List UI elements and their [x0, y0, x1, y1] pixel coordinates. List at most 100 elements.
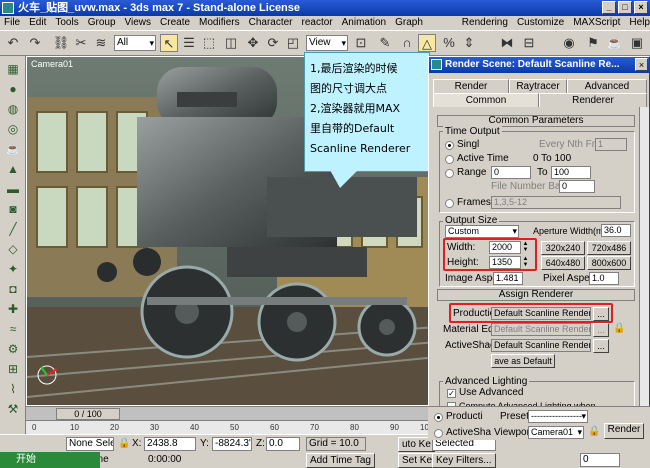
reference-coordinate-select[interactable]: View: [306, 35, 348, 51]
create-tube-icon[interactable]: ◙: [4, 200, 22, 218]
range-to-field[interactable]: 100: [551, 166, 591, 179]
tab-raytracer[interactable]: Raytracer: [509, 79, 567, 93]
material-editor-choose-button[interactable]: ...: [593, 323, 609, 337]
menu-views[interactable]: Views: [125, 16, 152, 30]
frames-field[interactable]: 1,3,5-12: [491, 196, 621, 209]
minimize-button[interactable]: _: [602, 1, 616, 14]
lock-icon[interactable]: 🔒: [118, 437, 130, 451]
create-torus-icon[interactable]: ◎: [4, 120, 22, 138]
select-manipulate-icon[interactable]: ✎: [376, 34, 394, 52]
menu-tools[interactable]: Tools: [55, 16, 78, 30]
menu-group[interactable]: Group: [88, 16, 116, 30]
dialog-scrollbar[interactable]: [639, 107, 649, 437]
spinner-snap-icon[interactable]: ⇕: [460, 34, 478, 52]
x-coordinate-field[interactable]: 2438.8: [144, 437, 196, 451]
preset-800x600-button[interactable]: 800x600: [587, 256, 631, 270]
modifier-icon[interactable]: ⚙: [4, 340, 22, 358]
menu-animation[interactable]: Animation: [342, 16, 386, 30]
select-scale-icon[interactable]: ◰: [284, 34, 302, 52]
menu-file[interactable]: File: [4, 16, 20, 30]
viewport-select[interactable]: Camera01: [528, 426, 584, 439]
pixel-aspect-field[interactable]: 1.0: [589, 272, 619, 285]
menu-rendering[interactable]: Rendering: [462, 16, 508, 30]
menu-graph-editors[interactable]: Graph Editors: [395, 16, 453, 42]
range-radio[interactable]: [445, 169, 454, 178]
file-number-base-field[interactable]: 0: [559, 180, 595, 193]
tab-renderer[interactable]: Renderer: [539, 93, 647, 107]
create-box-icon[interactable]: ▦: [4, 60, 22, 78]
create-spacewarp-icon[interactable]: ≈: [4, 320, 22, 338]
mirror-icon[interactable]: ⧓: [498, 34, 516, 52]
select-rotate-icon[interactable]: ⟳: [264, 34, 282, 52]
key-filters-button[interactable]: Key Filters...: [432, 453, 496, 468]
menu-modifiers[interactable]: Modifiers: [199, 16, 240, 30]
frames-radio[interactable]: [445, 199, 454, 208]
link-icon[interactable]: ⛓: [52, 34, 70, 52]
output-size-preset-select[interactable]: Custom: [445, 225, 519, 238]
create-line-icon[interactable]: ╱: [4, 220, 22, 238]
select-by-name-icon[interactable]: ☰: [180, 34, 198, 52]
bind-space-warp-icon[interactable]: ≋: [92, 34, 110, 52]
track-bar-ruler[interactable]: 0 10 20 30 40 50 60 70 80 90 100: [26, 420, 436, 434]
every-nth-field[interactable]: 1: [595, 138, 627, 151]
percent-snap-icon[interactable]: %: [440, 34, 458, 52]
create-cylinder-icon[interactable]: ◍: [4, 100, 22, 118]
preset-320x240-button[interactable]: 320x240: [541, 241, 585, 255]
preset-720x486-button[interactable]: 720x486: [587, 241, 631, 255]
image-aspect-field[interactable]: 1.481: [493, 272, 523, 285]
selection-filter-select[interactable]: All: [114, 35, 156, 51]
pivot-center-icon[interactable]: ⊡: [352, 34, 370, 52]
z-coordinate-field[interactable]: 0.0: [266, 437, 300, 451]
menu-edit[interactable]: Edit: [29, 16, 46, 30]
y-coordinate-field[interactable]: -8824.3': [212, 437, 252, 451]
angle-snap-icon[interactable]: △: [418, 34, 436, 52]
single-radio[interactable]: [445, 141, 454, 150]
window-crossing-icon[interactable]: ◫: [222, 34, 240, 52]
close-button[interactable]: ×: [634, 1, 648, 14]
render-last-icon[interactable]: ▣: [628, 34, 646, 52]
tab-common[interactable]: Common: [433, 93, 539, 107]
tab-advanced-lighting[interactable]: Advanced Lighting: [567, 79, 647, 105]
render-button[interactable]: Render: [604, 423, 644, 439]
material-editor-lock-icon[interactable]: 🔒: [613, 323, 625, 335]
production-mode-radio[interactable]: [434, 413, 443, 422]
activeshade-choose-button[interactable]: ...: [593, 339, 609, 353]
activeshade-mode-radio[interactable]: [434, 429, 443, 438]
aperture-width-field[interactable]: 36.0: [601, 224, 631, 237]
create-camera-icon[interactable]: ◘: [4, 280, 22, 298]
menu-help[interactable]: Help: [629, 16, 650, 30]
utilities-icon[interactable]: ⚒: [4, 400, 22, 418]
rectangular-selection-icon[interactable]: ⬚: [200, 34, 218, 52]
create-light-icon[interactable]: ✦: [4, 260, 22, 278]
assign-renderer-rollout[interactable]: Assign Renderer: [437, 289, 635, 301]
motion-icon[interactable]: ⌇: [4, 380, 22, 398]
use-advanced-lighting-checkbox[interactable]: ✓: [447, 389, 456, 398]
range-from-field[interactable]: 0: [491, 166, 531, 179]
menu-reactor[interactable]: reactor: [302, 16, 333, 30]
material-editor-icon[interactable]: ◉: [560, 34, 578, 52]
dialog-close-icon[interactable]: ×: [635, 58, 648, 71]
time-slider-knob[interactable]: 0 / 100: [56, 408, 120, 420]
menu-customize[interactable]: Customize: [517, 16, 564, 30]
viewport-label[interactable]: Camera01: [31, 59, 73, 69]
add-time-tag-button[interactable]: Add Time Tag: [306, 453, 375, 468]
active-time-radio[interactable]: [445, 155, 454, 164]
redo-icon[interactable]: ↷: [26, 34, 44, 52]
create-helper-icon[interactable]: ✚: [4, 300, 22, 318]
viewport-lock-icon[interactable]: 🔒: [588, 426, 600, 438]
create-shape-icon[interactable]: ◇: [4, 240, 22, 258]
select-move-icon[interactable]: ✥: [244, 34, 262, 52]
current-frame-field[interactable]: 0: [580, 453, 620, 467]
maximize-button[interactable]: □: [618, 1, 632, 14]
render-scene-icon[interactable]: ⚑: [584, 34, 602, 52]
tab-render-elements[interactable]: Render Elements: [433, 79, 509, 105]
unlink-icon[interactable]: ✂: [72, 34, 90, 52]
menu-maxscript[interactable]: MAXScript: [573, 16, 620, 30]
create-teapot-icon[interactable]: ☕: [4, 140, 22, 158]
taskbar-start-button[interactable]: 开始: [0, 452, 100, 468]
save-as-default-button[interactable]: ave as Default: [491, 354, 555, 368]
menu-character[interactable]: Character: [249, 16, 293, 30]
align-icon[interactable]: ⊟: [520, 34, 538, 52]
create-cone-icon[interactable]: ▲: [4, 160, 22, 178]
snap-toggle-icon[interactable]: ∩: [398, 34, 416, 52]
